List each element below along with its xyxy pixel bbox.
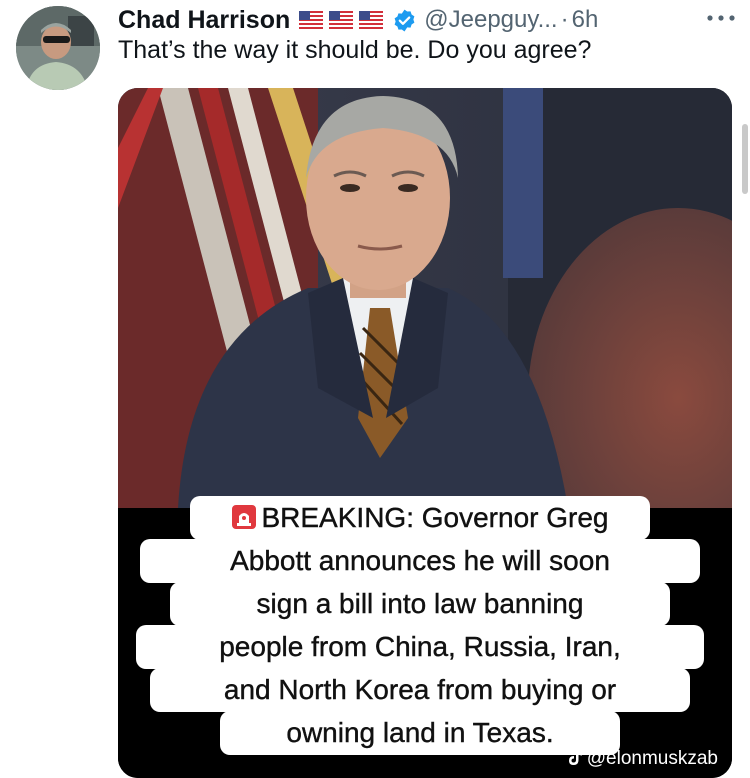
tweet-header: Chad Harrison @Jeepguy... · 6h xyxy=(118,2,740,38)
caption-line-4: people from China, Russia, Iran, xyxy=(136,625,704,669)
tweet-text: That’s the way it should be. Do you agre… xyxy=(118,36,592,64)
avatar[interactable] xyxy=(16,6,100,90)
media-caption-area: BREAKING: Governor Greg Abbott announces… xyxy=(118,496,732,778)
tiktok-icon xyxy=(568,749,582,765)
caption-line-1: BREAKING: Governor Greg xyxy=(190,496,650,540)
verified-badge-icon[interactable] xyxy=(392,8,417,33)
more-dots-icon xyxy=(707,15,735,21)
siren-emoji-icon xyxy=(232,505,257,529)
separator-dot: · xyxy=(560,6,569,33)
more-options-button[interactable] xyxy=(704,6,738,30)
watermark-text: @elonmuskzab xyxy=(586,748,718,769)
timestamp[interactable]: 6h xyxy=(572,6,599,34)
author-handle[interactable]: @Jeepguy... xyxy=(424,6,557,34)
us-flag-icon xyxy=(359,11,384,29)
avatar-image xyxy=(16,6,100,90)
media-photo xyxy=(118,88,732,508)
us-flag-icon xyxy=(329,11,354,29)
caption-line-6: owning land in Texas. xyxy=(220,711,620,755)
flag-emoji-group xyxy=(299,11,384,29)
caption-line-2: Abbott announces he will soon xyxy=(140,539,700,583)
tiktok-watermark: @elonmuskzab xyxy=(567,748,718,770)
caption-line-3: sign a bill into law banning xyxy=(170,582,670,626)
author-name[interactable]: Chad Harrison xyxy=(118,6,290,35)
us-flag-icon xyxy=(299,11,324,29)
breaking-caption: BREAKING: Governor Greg Abbott announces… xyxy=(136,496,704,758)
tweet-media[interactable]: BREAKING: Governor Greg Abbott announces… xyxy=(118,88,732,778)
caption-line-5: and North Korea from buying or xyxy=(150,668,690,712)
scrollbar[interactable] xyxy=(742,124,748,194)
